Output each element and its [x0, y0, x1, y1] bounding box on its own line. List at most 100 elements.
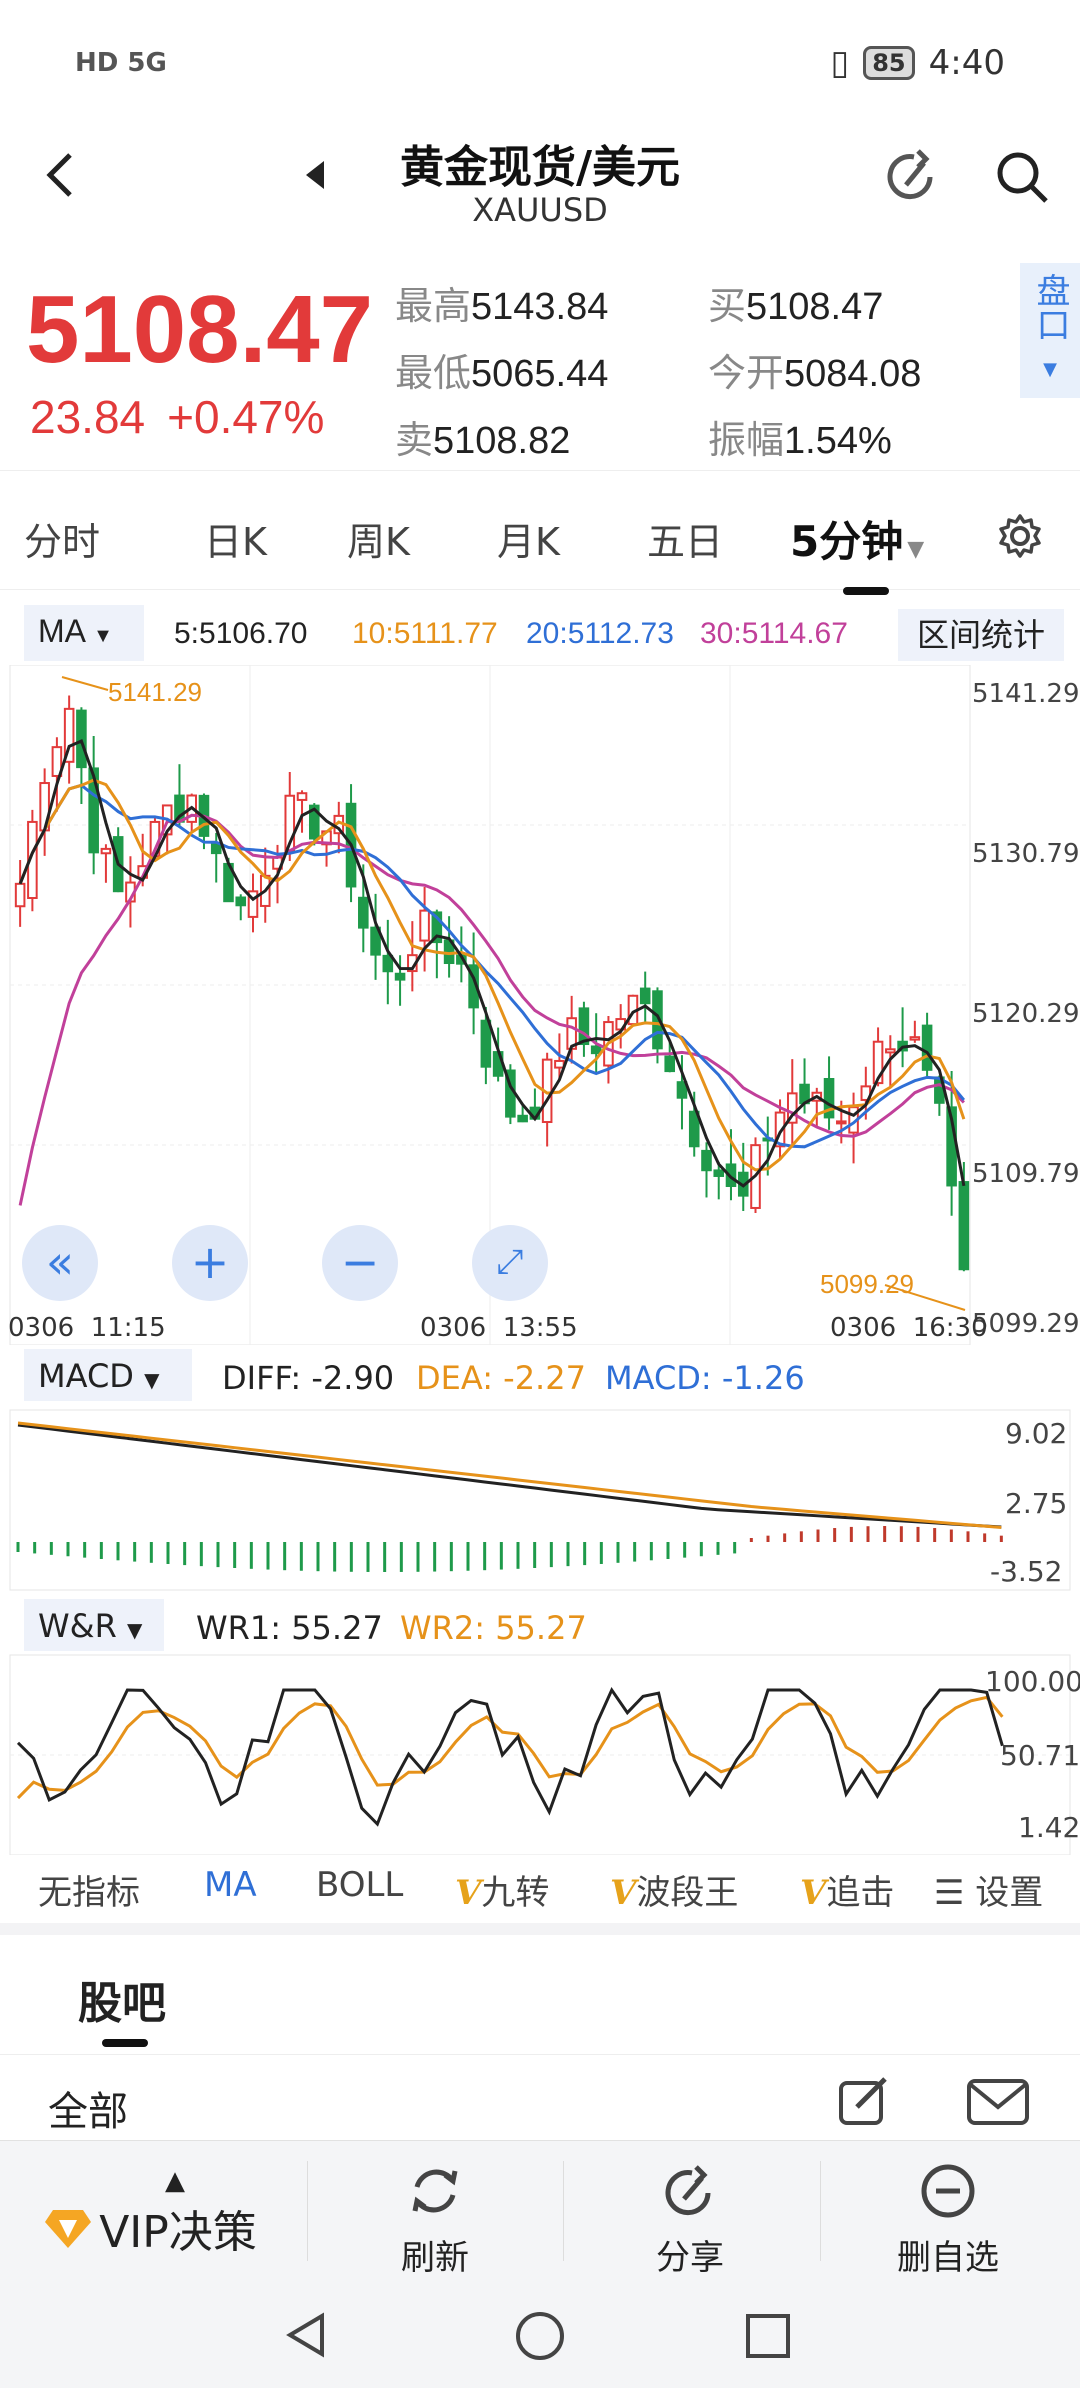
- chart-settings-button[interactable]: [995, 511, 1045, 561]
- v-badge-icon: V: [800, 1873, 827, 1913]
- indicator-settings-button[interactable]: ☰ 设置: [928, 1865, 1044, 1914]
- compose-button[interactable]: [835, 2073, 893, 2131]
- guba-tab[interactable]: 股吧: [78, 1967, 166, 2031]
- remove-label: 删自选: [897, 2238, 999, 2278]
- v-badge-icon: V: [455, 1873, 482, 1913]
- candle-body: [100, 847, 112, 855]
- share-button[interactable]: 分享: [600, 2161, 780, 2279]
- pankou-button[interactable]: 盘口 ▼: [1020, 263, 1080, 398]
- tab-monthly[interactable]: 月K: [497, 511, 560, 566]
- ma20-value: 20:5112.73: [526, 617, 674, 650]
- candle-body: [235, 896, 247, 907]
- tab-5min[interactable]: 5分钟 ▼: [790, 508, 924, 569]
- zoom-in-button[interactable]: +: [172, 1225, 248, 1301]
- candle-body: [921, 1024, 933, 1071]
- ind-tab-ma[interactable]: MA: [204, 1865, 257, 1905]
- bottom-action-bar: ▲ VIP决策 刷新 分享 删自选: [0, 2140, 1080, 2280]
- message-button[interactable]: [965, 2077, 1031, 2127]
- nav-home-icon[interactable]: [514, 2310, 566, 2362]
- change-percent: +0.47%: [167, 391, 325, 443]
- x-label: 0306 11:15: [8, 1313, 166, 1343]
- ma-selector[interactable]: MA ▼: [24, 605, 144, 661]
- amplitude-stat: 振幅1.54%: [708, 420, 892, 462]
- y-label: 5099.29: [972, 1309, 1080, 1339]
- candle-body: [419, 909, 430, 942]
- y-label: 5141.29: [972, 679, 1080, 709]
- candle-body: [394, 972, 406, 981]
- x-label: 0306 13:55: [420, 1313, 578, 1343]
- gear-icon: [999, 514, 1041, 558]
- tab-5min-label: 5分钟: [790, 517, 904, 566]
- minus-icon: −: [340, 1235, 380, 1289]
- candle-body: [590, 1045, 602, 1055]
- divider: [820, 2161, 821, 2261]
- remove-watchlist-button[interactable]: 删自选: [858, 2161, 1038, 2279]
- candle-body: [210, 842, 222, 855]
- divider: [307, 2161, 308, 2261]
- clock: 4:40: [928, 42, 1005, 83]
- caret-down-icon: ▼: [1043, 359, 1057, 380]
- macd-panel[interactable]: MACD ▼ DIFF: -2.90 DEA: -2.27 MACD: -1.2…: [0, 1345, 1080, 1595]
- expand-icon: ⤢: [496, 1242, 524, 1282]
- ind-tab-boll[interactable]: BOLL: [316, 1865, 403, 1905]
- search-icon: [997, 152, 1048, 203]
- indicator-settings-label: 设置: [975, 1873, 1044, 1913]
- double-chevron-left-icon: «: [45, 1235, 75, 1289]
- buy-stat: 买5108.47: [708, 286, 884, 328]
- wr-svg: [9, 1654, 1071, 1855]
- ind-tab-jiuzhuan[interactable]: V九转: [455, 1865, 549, 1914]
- vip-decision-button[interactable]: ▲ VIP决策: [20, 2166, 280, 2260]
- macd-y-label: 9.02: [1005, 1417, 1068, 1450]
- period-tabs: 分时 日K 周K 月K 五日 5分钟 ▼: [0, 470, 1080, 595]
- candle-body: [358, 896, 369, 929]
- ma5-value: 5:5106.70: [174, 617, 308, 650]
- nav-recents-icon[interactable]: [744, 2312, 792, 2360]
- ind-tab-jiuzhuan-label: 九转: [481, 1873, 550, 1913]
- fullscreen-button[interactable]: ⤢: [472, 1225, 548, 1301]
- sell-stat: 卖5108.82: [395, 420, 571, 462]
- tab-daily[interactable]: 日K: [204, 511, 267, 566]
- candle-body: [664, 1055, 676, 1073]
- network-indicator: HD 5G: [75, 47, 167, 78]
- search-button[interactable]: [990, 145, 1054, 209]
- candle-body: [713, 1169, 725, 1177]
- candlestick-chart[interactable]: 5141.29 5099.29 5141.29 5130.79 5120.29 …: [0, 664, 1080, 1346]
- refresh-label: 刷新: [401, 2238, 469, 2278]
- share-button-top[interactable]: [880, 145, 944, 209]
- system-nav-bar: [0, 2280, 1080, 2388]
- scroll-left-button[interactable]: «: [22, 1225, 98, 1301]
- candle-body: [480, 1019, 492, 1068]
- y-label: 5120.29: [972, 999, 1080, 1029]
- nav-back-icon[interactable]: [282, 2310, 332, 2360]
- y-label: 5130.79: [972, 839, 1080, 869]
- tab-five-day[interactable]: 五日: [647, 511, 723, 566]
- vibrate-icon: ▯: [830, 42, 850, 83]
- zoom-out-button[interactable]: −: [322, 1225, 398, 1301]
- macd-y-label: 2.75: [1005, 1487, 1068, 1520]
- x-label: 0306 16:30: [830, 1313, 988, 1343]
- candle-body: [578, 1007, 590, 1046]
- tab-timeshare[interactable]: 分时: [24, 511, 100, 566]
- diamond-icon: [45, 2210, 92, 2248]
- vip-label: VIP决策: [99, 2207, 257, 2258]
- refresh-button[interactable]: 刷新: [345, 2161, 525, 2279]
- macd-y-label: -3.52: [990, 1555, 1063, 1588]
- macd-svg: [9, 1409, 1071, 1591]
- candle-body: [701, 1149, 712, 1172]
- minus-circle-icon: [921, 2164, 975, 2218]
- pankou-label: 盘口: [1030, 273, 1070, 341]
- candle-body: [885, 1048, 896, 1054]
- candle-body: [639, 987, 651, 1005]
- ind-tab-none[interactable]: 无指标: [38, 1865, 140, 1914]
- wr-panel[interactable]: W&R ▼ WR1: 55.27 WR2: 55.27 100.00 50.71…: [0, 1595, 1080, 1855]
- candle-body: [909, 1036, 921, 1041]
- chevron-up-icon: ▲: [165, 2166, 185, 2196]
- filter-all[interactable]: 全部: [48, 2079, 128, 2137]
- ma-selector-label: MA: [38, 613, 85, 649]
- refresh-icon: [412, 2169, 458, 2213]
- tab-weekly[interactable]: 周K: [347, 511, 410, 566]
- ind-tab-zhuiji[interactable]: V追击: [800, 1865, 920, 1914]
- share-icon: [665, 2165, 711, 2216]
- ind-tab-boduan[interactable]: V波段王: [610, 1865, 738, 1914]
- range-stats-button[interactable]: 区间统计: [898, 609, 1064, 661]
